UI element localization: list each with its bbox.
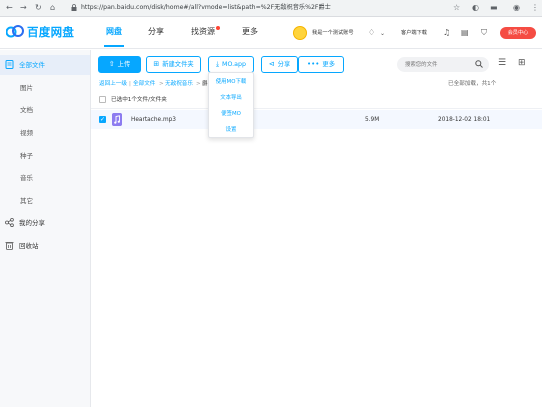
sidebar: 全部文件 图片 文档 视频 种子 音乐 其它 我的分享 回收站 — [0, 50, 91, 407]
file-icon — [5, 60, 14, 69]
browser-toolbar: ← → ↻ ⌂ https://pan.baidu.com/disk/home#… — [0, 0, 542, 17]
sidebar-item-label: 全部文件 — [19, 61, 45, 69]
nav-more[interactable]: 更多 — [242, 27, 258, 37]
logo-cloud-icon — [6, 25, 24, 38]
profile-icon[interactable]: ◉ — [513, 3, 520, 13]
search-box — [397, 57, 489, 72]
upload-button[interactable]: ⇧ 上传 — [98, 56, 141, 73]
share-button[interactable]: ⊲ 分享 — [261, 56, 298, 73]
share-icon — [5, 218, 14, 227]
nav-find-resources[interactable]: 找资源 — [191, 27, 215, 37]
trash-icon — [5, 242, 14, 250]
menu-item-note-mo[interactable]: 便签MO — [209, 107, 253, 121]
file-size: 5.9M — [365, 117, 380, 123]
download-icon: ⤓ — [215, 60, 220, 68]
logo-text[interactable]: 百度网盘 — [27, 25, 74, 39]
shirt-icon[interactable]: ⛉ — [481, 28, 487, 37]
sidebar-item-label: 回收站 — [19, 242, 39, 250]
breadcrumb-arrow: > — [196, 81, 201, 87]
menu-icon[interactable]: ⋮ — [531, 3, 539, 13]
lock-icon — [71, 4, 77, 11]
username[interactable]: 我是一个测试账号 — [312, 29, 354, 37]
notification-dot — [216, 26, 220, 30]
sidebar-item-music[interactable]: 音乐 — [0, 168, 90, 188]
bookmark-star-icon[interactable]: ☆ — [453, 3, 460, 13]
selection-summary: 已选中1个文件/文件夹 — [111, 97, 167, 103]
home-icon[interactable]: ⌂ — [50, 3, 55, 13]
new-folder-button[interactable]: ⊞ 新建文件夹 — [146, 56, 201, 73]
breadcrumb-root[interactable]: 全部文件 — [133, 80, 155, 88]
grid-view-icon[interactable]: ⊞ — [518, 58, 526, 69]
extension-icon[interactable]: ▬ — [490, 3, 498, 13]
nav-share[interactable]: 分享 — [148, 27, 164, 37]
sidebar-item-label: 音乐 — [20, 174, 33, 182]
divider — [91, 108, 542, 109]
sidebar-item-documents[interactable]: 文档 — [0, 100, 90, 120]
menu-item-settings[interactable]: 设置 — [209, 123, 253, 137]
site-header: 百度网盘 网盘 分享 找资源 更多 我是一个测试账号 ♢ ⌄ 客户端下载 ♫ ▤… — [0, 17, 542, 49]
load-status: 已全部加载，共1个 — [448, 81, 497, 87]
mo-app-button[interactable]: ⤓ MO.app — [208, 56, 254, 73]
sidebar-item-recycle-bin[interactable]: 回收站 — [0, 236, 90, 256]
client-download-link[interactable]: 客户端下载 — [401, 29, 427, 37]
member-center-button[interactable]: 会员中心 — [500, 27, 536, 39]
music-file-icon — [112, 113, 122, 126]
sidebar-item-label: 图片 — [20, 84, 33, 92]
sidebar-item-videos[interactable]: 视频 — [0, 123, 90, 143]
row-checkbox[interactable]: ✓ — [99, 116, 106, 123]
back-arrow-icon[interactable]: ← — [6, 3, 13, 13]
mo-app-dropdown: 使用MO下载 文本导出 便签MO 设置 — [208, 72, 254, 138]
breadcrumb-folder[interactable]: 无敌祝音乐 — [165, 80, 193, 88]
breadcrumb-arrow: > — [159, 81, 164, 87]
file-date: 2018-12-02 18:01 — [438, 117, 491, 123]
address-bar[interactable]: https://pan.baidu.com/disk/home#/all?vmo… — [81, 3, 331, 13]
sidebar-item-all-files[interactable]: 全部文件 — [0, 55, 90, 75]
nav-active-indicator — [104, 45, 124, 47]
search-icon[interactable] — [475, 60, 483, 68]
share-icon: ⊲ — [268, 60, 275, 68]
extension-icon[interactable]: ◐ — [472, 3, 479, 13]
table-row[interactable]: ✓ Heartache.mp3 5.9M 2018-12-02 18:01 — [91, 110, 542, 129]
nav-netdisk[interactable]: 网盘 — [106, 27, 122, 37]
more-button[interactable]: ••• 更多 — [298, 56, 344, 73]
sort-icon[interactable]: ☰ — [498, 58, 506, 69]
avatar[interactable] — [293, 26, 307, 40]
bell-icon[interactable]: ♫ — [443, 28, 450, 37]
ellipsis-icon: ••• — [307, 60, 320, 68]
sidebar-item-images[interactable]: 图片 — [0, 78, 90, 98]
breadcrumb-back-link[interactable]: 返回上一级 — [99, 80, 127, 88]
sidebar-item-other[interactable]: 其它 — [0, 191, 90, 211]
forward-arrow-icon[interactable]: → — [20, 3, 27, 13]
document-icon[interactable]: ▤ — [461, 28, 469, 37]
sidebar-item-label: 我的分享 — [19, 219, 45, 227]
breadcrumb-separator: | — [129, 81, 131, 87]
upload-icon: ⇧ — [108, 60, 115, 68]
sidebar-item-torrents[interactable]: 种子 — [0, 146, 90, 166]
sidebar-item-label: 文档 — [20, 106, 33, 114]
search-input[interactable] — [405, 59, 473, 70]
menu-item-text-export[interactable]: 文本导出 — [209, 91, 253, 105]
folder-plus-icon: ⊞ — [153, 60, 160, 68]
menu-item-download-with-mo[interactable]: 使用MO下载 — [209, 75, 253, 89]
sidebar-item-label: 视频 — [20, 129, 33, 137]
breadcrumb-current: 爵 — [202, 81, 208, 87]
file-name[interactable]: Heartache.mp3 — [131, 116, 176, 124]
sidebar-item-label: 种子 — [20, 152, 33, 160]
select-all-checkbox[interactable] — [99, 96, 106, 103]
vip-diamond-icon[interactable]: ♢ — [368, 28, 375, 37]
chevron-down-icon[interactable]: ⌄ — [380, 29, 385, 38]
sidebar-item-label: 其它 — [20, 197, 33, 205]
sidebar-item-my-shares[interactable]: 我的分享 — [0, 213, 90, 233]
reload-icon[interactable]: ↻ — [35, 3, 42, 13]
